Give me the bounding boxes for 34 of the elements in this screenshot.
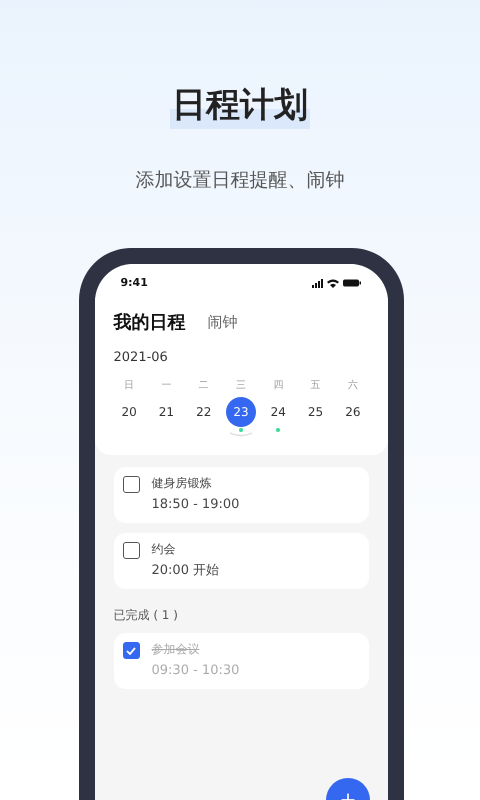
weekday-label: 一: [161, 378, 172, 392]
calendar-date[interactable]: 21: [151, 397, 182, 427]
task-title: 参加会议: [152, 641, 200, 657]
calendar-date[interactable]: 25: [300, 397, 331, 427]
calendar-date[interactable]: 26: [338, 397, 368, 427]
task-checkbox[interactable]: [122, 476, 140, 493]
weekday-label: 四: [273, 378, 284, 392]
expand-handle-icon: [229, 432, 253, 437]
calendar-date[interactable]: 20: [114, 397, 144, 427]
calendar-date[interactable]: 24: [263, 397, 294, 427]
weekday-label: 三: [236, 378, 246, 392]
check-icon: [126, 646, 136, 654]
tab[interactable]: 闹钟: [208, 310, 238, 334]
task-checkbox[interactable]: [122, 642, 140, 659]
weekday-label: 五: [310, 378, 321, 392]
tab[interactable]: 我的日程: [114, 308, 186, 336]
weekday-label: 日: [124, 378, 134, 392]
task-time: 09:30 - 10:30: [152, 663, 240, 679]
calendar-date[interactable]: 22: [188, 397, 219, 427]
task-card[interactable]: 健身房锻炼 18:50 - 19:00: [114, 467, 368, 523]
status-time: 9:41: [120, 274, 148, 291]
task-title: 健身房锻炼: [152, 475, 212, 491]
completed-header: 已完成 ( 1 ): [114, 607, 178, 624]
task-checkbox[interactable]: [122, 542, 140, 559]
task-card[interactable]: 约会 20:00 开始: [114, 533, 368, 589]
calendar-date[interactable]: 23: [226, 397, 256, 427]
task-time: 20:00 开始: [152, 563, 220, 579]
task-title: 约会: [152, 541, 176, 557]
weekday-label: 二: [198, 378, 209, 392]
task-time: 18:50 - 19:00: [152, 497, 240, 513]
weekday-label: 六: [348, 378, 358, 392]
month-label: 2021-06: [114, 349, 168, 368]
status-icons: [312, 278, 362, 288]
subtitle: 添加设置日程提醒、闹钟: [136, 168, 344, 193]
